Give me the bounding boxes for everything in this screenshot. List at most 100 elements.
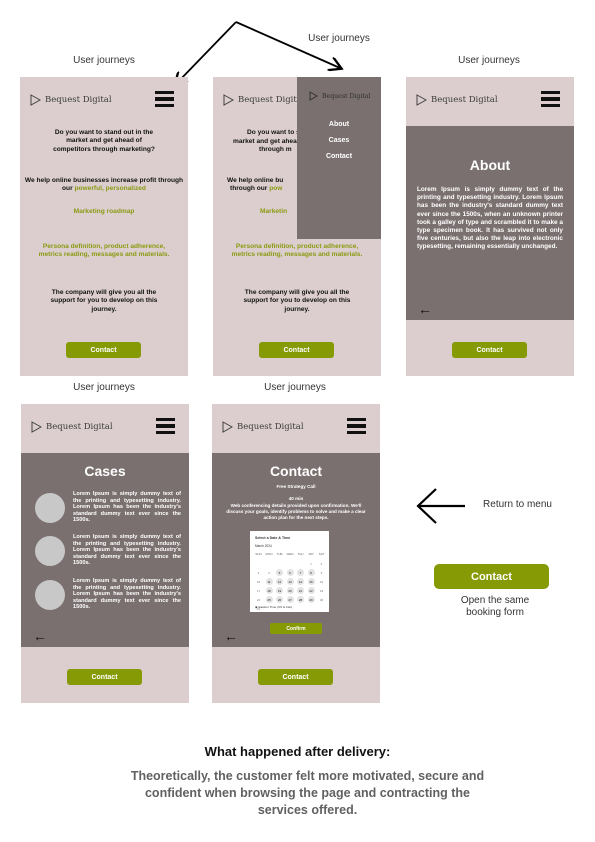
caption-contact: User journeys — [264, 382, 326, 393]
back-arrow-icon[interactable]: ← — [418, 302, 432, 316]
booking-note: Open the same booking form — [460, 595, 530, 618]
calendar-month: March 2024 — [255, 544, 272, 548]
calendar-day[interactable]: 17 — [255, 587, 262, 594]
summary-title: What happened after delivery: — [204, 744, 391, 759]
calendar-day[interactable]: 23 — [318, 587, 325, 594]
weekday-label: SAT — [318, 552, 325, 556]
logo: Bequest Digital — [222, 421, 304, 433]
contact-button[interactable]: Contact — [66, 342, 141, 358]
calendar-day[interactable]: 25 — [265, 596, 273, 603]
home-roadmap: Marketing roadmap — [73, 208, 135, 215]
calendar-day[interactable]: 3 — [255, 569, 262, 576]
case-thumbnail — [35, 493, 65, 523]
logo: Bequest Digital — [31, 421, 113, 433]
calendar-day — [308, 605, 315, 612]
case-thumbnail — [35, 580, 65, 610]
case-item[interactable]: Lorem Ipsum is simply dummy text of the … — [35, 578, 181, 612]
calendar-timezone: ◉ Eastern Time (US & Can) — [255, 605, 293, 609]
return-to-menu-note: Return to menu — [483, 499, 552, 510]
calendar-day[interactable]: 14 — [297, 578, 304, 585]
calendar-day[interactable]: 11 — [265, 578, 273, 585]
calendar-day[interactable]: 7 — [297, 569, 304, 576]
weekday-label: SUN — [255, 552, 262, 556]
menu-item-about[interactable]: About — [297, 121, 381, 128]
hamburger-menu-icon[interactable] — [347, 418, 366, 434]
back-arrow-icon[interactable]: ← — [224, 629, 238, 643]
calendar-day[interactable]: 10 — [255, 578, 262, 585]
hamburger-menu-icon[interactable] — [156, 418, 175, 434]
contact-duration: 40 min — [288, 496, 304, 501]
contact-button[interactable]: Contact — [258, 669, 333, 685]
contact-details: Web conferencing details provided upon c… — [226, 503, 366, 520]
menu-item-contact[interactable]: Contact — [297, 153, 381, 160]
calendar-day[interactable]: 8 — [307, 569, 315, 576]
calendar-day[interactable]: 21 — [297, 587, 304, 594]
brand-name: Bequest Digital — [237, 422, 304, 432]
case-item[interactable]: Lorem Ipsum is simply dummy text of the … — [35, 491, 181, 525]
calendar-weekdays: SUN MON TUE WED THU FRI SAT — [255, 552, 325, 556]
menu-item-cases[interactable]: Cases — [297, 137, 381, 144]
contact-button[interactable]: Contact — [259, 342, 334, 358]
contact-button[interactable]: Contact — [67, 669, 142, 685]
brand-name: Bequest Digital — [238, 95, 305, 105]
home-persona: Persona definition, product adherence, m… — [38, 243, 170, 259]
calendar-day[interactable]: 27 — [286, 596, 294, 603]
calendar-day[interactable]: 4 — [266, 569, 273, 576]
cases-title: Cases — [84, 463, 126, 479]
logo: Bequest Digital — [223, 94, 305, 106]
logo: Bequest Digital — [416, 94, 498, 106]
calendar-day[interactable]: 28 — [297, 596, 304, 603]
case-item[interactable]: Lorem Ipsum is simply dummy text of the … — [35, 534, 181, 568]
weekday-label: FRI — [308, 552, 314, 556]
calendar-day[interactable]: 15 — [307, 578, 315, 585]
contact-title: Contact — [269, 463, 323, 479]
home-headline: Do you want to stand out in the market a… — [53, 129, 155, 153]
brand-name: Bequest Digital — [431, 95, 498, 105]
play-logo-icon — [309, 91, 318, 101]
contact-panel: Contact Free Strategy Call 40 min Web co… — [212, 453, 380, 647]
play-logo-icon — [222, 421, 233, 433]
logo: Bequest Digital — [309, 91, 370, 101]
about-screen: Bequest Digital About Lorem Ipsum is sim… — [406, 77, 574, 376]
calendar-day[interactable]: 2 — [318, 560, 325, 567]
summary-body: Theoretically, the customer felt more mo… — [130, 769, 485, 817]
calendar-day[interactable]: 18 — [265, 587, 273, 594]
confirm-button[interactable]: Confirm — [270, 623, 322, 634]
calendar-day[interactable]: 20 — [286, 587, 294, 594]
calendar-day — [297, 605, 304, 612]
standalone-contact-button[interactable]: Contact — [434, 564, 549, 589]
home-persona: Persona definition, product adherence, m… — [231, 243, 363, 259]
weekday-label: MON — [265, 552, 273, 556]
calendar-day[interactable]: 19 — [276, 587, 283, 594]
calendar-day[interactable]: 26 — [276, 596, 283, 603]
calendar-day[interactable]: 12 — [276, 578, 283, 585]
calendar-day[interactable]: 24 — [255, 596, 262, 603]
calendar-day[interactable]: 16 — [318, 578, 325, 585]
booking-calendar[interactable]: Select a Date & Time March 2024 SUN MON TU… — [250, 531, 329, 612]
calendar-day[interactable]: 9 — [318, 569, 325, 576]
logo: Bequest Digital — [30, 94, 112, 106]
home-support: The company will give you all the suppor… — [50, 289, 158, 313]
calendar-day[interactable]: 29 — [307, 596, 315, 603]
case-text: Lorem Ipsum is simply dummy text of the … — [73, 491, 181, 524]
calendar-day[interactable]: 1 — [308, 560, 315, 567]
caption-cases: User journeys — [73, 382, 135, 393]
contact-screen: Bequest Digital Contact Free Strategy Ca… — [212, 404, 380, 703]
calendar-title: Select a Date & Time — [255, 536, 291, 540]
contact-button[interactable]: Contact — [452, 342, 527, 358]
calendar-day[interactable]: 22 — [307, 587, 315, 594]
play-logo-icon — [31, 421, 42, 433]
contact-subtitle: Free Strategy Call — [276, 484, 316, 489]
home-support: The company will give you all the suppor… — [243, 289, 351, 313]
header: Bequest Digital — [21, 404, 189, 452]
calendar-day[interactable]: 5 — [276, 569, 283, 576]
hamburger-menu-icon[interactable] — [155, 91, 174, 107]
calendar-day[interactable]: 30 — [318, 596, 325, 603]
hamburger-menu-icon[interactable] — [541, 91, 560, 107]
calendar-day[interactable]: 13 — [286, 578, 294, 585]
calendar-day — [287, 560, 294, 567]
weekday-label: TUE — [276, 552, 283, 556]
back-arrow-icon[interactable]: ← — [33, 629, 47, 643]
calendar-day[interactable]: 6 — [286, 569, 294, 576]
case-thumbnail — [35, 536, 65, 566]
